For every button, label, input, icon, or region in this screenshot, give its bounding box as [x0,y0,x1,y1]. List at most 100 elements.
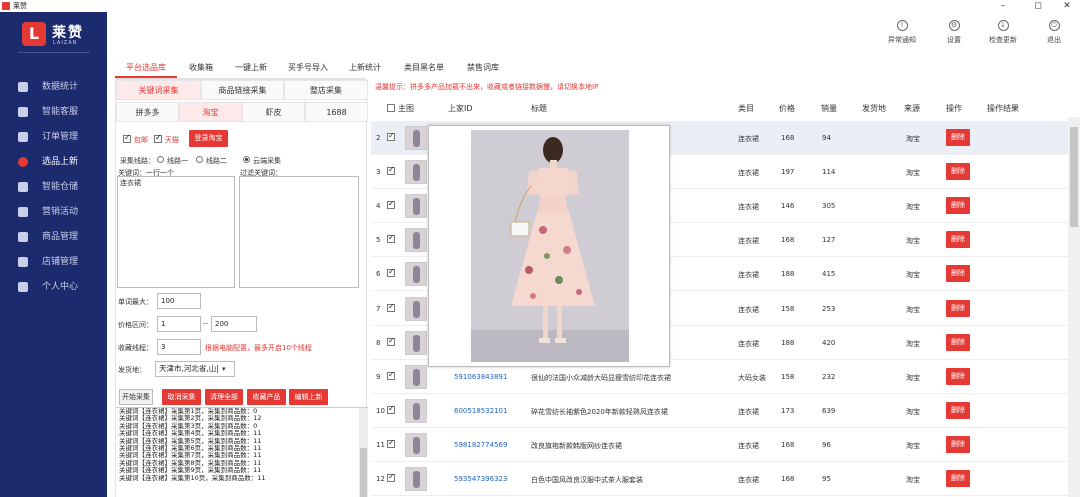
mode-route2-radio[interactable] [196,156,203,163]
sidebar-item-profile[interactable]: 个人中心 [0,276,107,298]
row-thumbnail[interactable] [405,126,427,150]
table-row[interactable]: 10 600518532101 碎花雪纺长袖紫色2020年新款轻熟风连衣裙 连衣裙 17… [371,393,1068,428]
tab-new-stats[interactable]: 上新统计 [339,60,391,78]
platform-pinduoduo[interactable]: 拼多多 [116,102,179,122]
delete-button[interactable]: 删除 [946,231,970,249]
row-thumbnail[interactable] [405,432,427,457]
row-thumbnail[interactable] [405,228,427,253]
sidebar-item-orders[interactable]: 订单管理 [0,126,107,148]
delete-button[interactable]: 删除 [946,163,970,181]
minimize-button[interactable]: – [990,0,1016,12]
maximize-button[interactable]: ◻ [1025,0,1051,12]
sidebar-item-store[interactable]: 店铺管理 [0,251,107,273]
platform-1688[interactable]: 1688 [305,102,368,122]
platform-shopee[interactable]: 虾皮 [242,102,305,122]
delete-button[interactable]: 删除 [946,333,970,351]
row-checkbox[interactable] [387,438,395,448]
sidebar-item-warehouse[interactable]: 智能仓储 [0,176,107,198]
gear-icon: ⚙ [948,20,960,31]
mode-route1-radio[interactable] [157,156,164,163]
keyword-textarea[interactable]: 连衣裙 [117,176,235,288]
delete-button[interactable]: 删除 [946,470,970,487]
table-scroll-thumb[interactable] [1070,127,1078,227]
row-sales: 96 [822,440,831,449]
row-checkbox[interactable] [387,131,395,141]
row-price: 168 [781,236,795,245]
row-thumbnail[interactable] [405,160,427,185]
alert-button[interactable]: ! 异常通知 [885,20,919,48]
log-scroll-thumb[interactable] [360,448,367,497]
close-button[interactable]: ✕ [1054,0,1080,12]
row-thumbnail[interactable] [405,194,427,219]
row-checkbox[interactable] [387,370,395,380]
table-scrollbar[interactable] [1068,117,1080,497]
update-button[interactable]: ↓ 检查更新 [986,20,1020,48]
tab-platform-library[interactable]: 平台选品库 [115,60,177,78]
row-thumbnail[interactable] [405,467,427,491]
free-shipping-checkbox[interactable] [123,133,131,143]
settings-button[interactable]: ⚙ 设置 [937,20,971,48]
max-per-word-input[interactable]: 100 [157,293,201,309]
clear-all-button[interactable]: 清理全部 [205,389,243,405]
row-thumbnail[interactable] [405,364,427,389]
tab-one-click[interactable]: 一键上新 [225,60,277,78]
header-source: 来源 [904,104,920,113]
row-checkbox[interactable] [387,472,395,482]
row-id[interactable]: 591063843891 [454,373,507,381]
row-thumbnail[interactable] [405,262,427,287]
delete-button[interactable]: 删除 [946,299,970,317]
delete-button[interactable]: 删除 [946,367,970,385]
threads-input[interactable]: 3 [157,339,201,355]
cancel-collect-button[interactable]: 取消采集 [162,389,201,405]
chevron-down-icon[interactable]: ▾ [222,365,226,373]
start-collect-button[interactable]: 开始采集 [119,389,153,405]
price-min-input[interactable]: 1 [157,316,201,332]
row-checkbox[interactable] [387,165,395,176]
sidebar-item-new-product[interactable]: 选品上新 [0,151,107,173]
row-thumbnail[interactable] [405,398,427,423]
table-row[interactable]: 12 593547396323 白色中国风改良汉服中式茶人服套装 连衣裙 168 95 淘宝… [371,462,1068,496]
log-scrollbar[interactable] [359,408,368,497]
delete-button[interactable]: 删除 [946,435,970,453]
row-id[interactable]: 593547396323 [454,475,507,483]
exit-button[interactable]: ⏻ 退出 [1037,20,1071,48]
tmall-label: 天猫 [165,136,179,144]
row-id[interactable]: 598182774569 [454,441,507,449]
select-all-checkbox[interactable] [387,104,395,112]
sidebar-item-marketing[interactable]: 营销活动 [0,201,107,223]
row-thumbnail[interactable] [405,330,427,355]
delete-button[interactable]: 删除 [946,129,970,146]
row-checkbox[interactable] [387,233,395,244]
mode-cloud-radio[interactable] [243,156,250,163]
delete-button[interactable]: 删除 [946,265,970,283]
row-checkbox[interactable] [387,302,395,312]
subtab-store[interactable]: 整店采集 [284,80,368,100]
row-title: 碎花雪纺长袖紫色2020年新款轻熟风连衣裙 [531,407,668,416]
tab-banned-words[interactable]: 禁售词库 [457,60,509,78]
row-id[interactable]: 600518532101 [454,407,507,415]
sidebar-item-stats[interactable]: 数据统计 [0,76,107,98]
edit-publish-button[interactable]: 编辑上新 [289,389,328,405]
row-checkbox[interactable] [387,404,395,414]
header-id: 上家ID [448,104,473,113]
tmall-checkbox[interactable] [154,133,162,143]
row-thumbnail[interactable] [405,296,427,321]
sidebar-item-service[interactable]: 智能客服 [0,101,107,123]
favorite-products-button[interactable]: 收藏产品 [247,389,286,405]
filter-keyword-textarea[interactable] [239,176,359,288]
login-taobao-button[interactable]: 登录淘宝 [189,130,228,147]
row-checkbox[interactable] [387,199,395,210]
tab-category-blacklist[interactable]: 类目黑名单 [391,60,457,78]
row-checkbox[interactable] [387,336,395,346]
tab-collect-box[interactable]: 收集箱 [177,60,225,78]
row-checkbox[interactable] [387,267,395,278]
delete-button[interactable]: 删除 [946,401,970,419]
price-max-input[interactable]: 200 [211,316,257,332]
sidebar-item-products[interactable]: 商品管理 [0,226,107,248]
subtab-link[interactable]: 商品链接采集 [201,80,284,100]
delete-button[interactable]: 删除 [946,197,970,215]
table-row[interactable]: 11 598182774569 改良旗袍新款韩版网纱连衣裙 连衣裙 168 96 淘宝 删除 [371,427,1068,462]
subtab-keyword[interactable]: 关键词采集 [116,80,201,100]
platform-taobao[interactable]: 淘宝 [179,102,242,122]
tab-buyer-import[interactable]: 买手号导入 [277,60,339,78]
